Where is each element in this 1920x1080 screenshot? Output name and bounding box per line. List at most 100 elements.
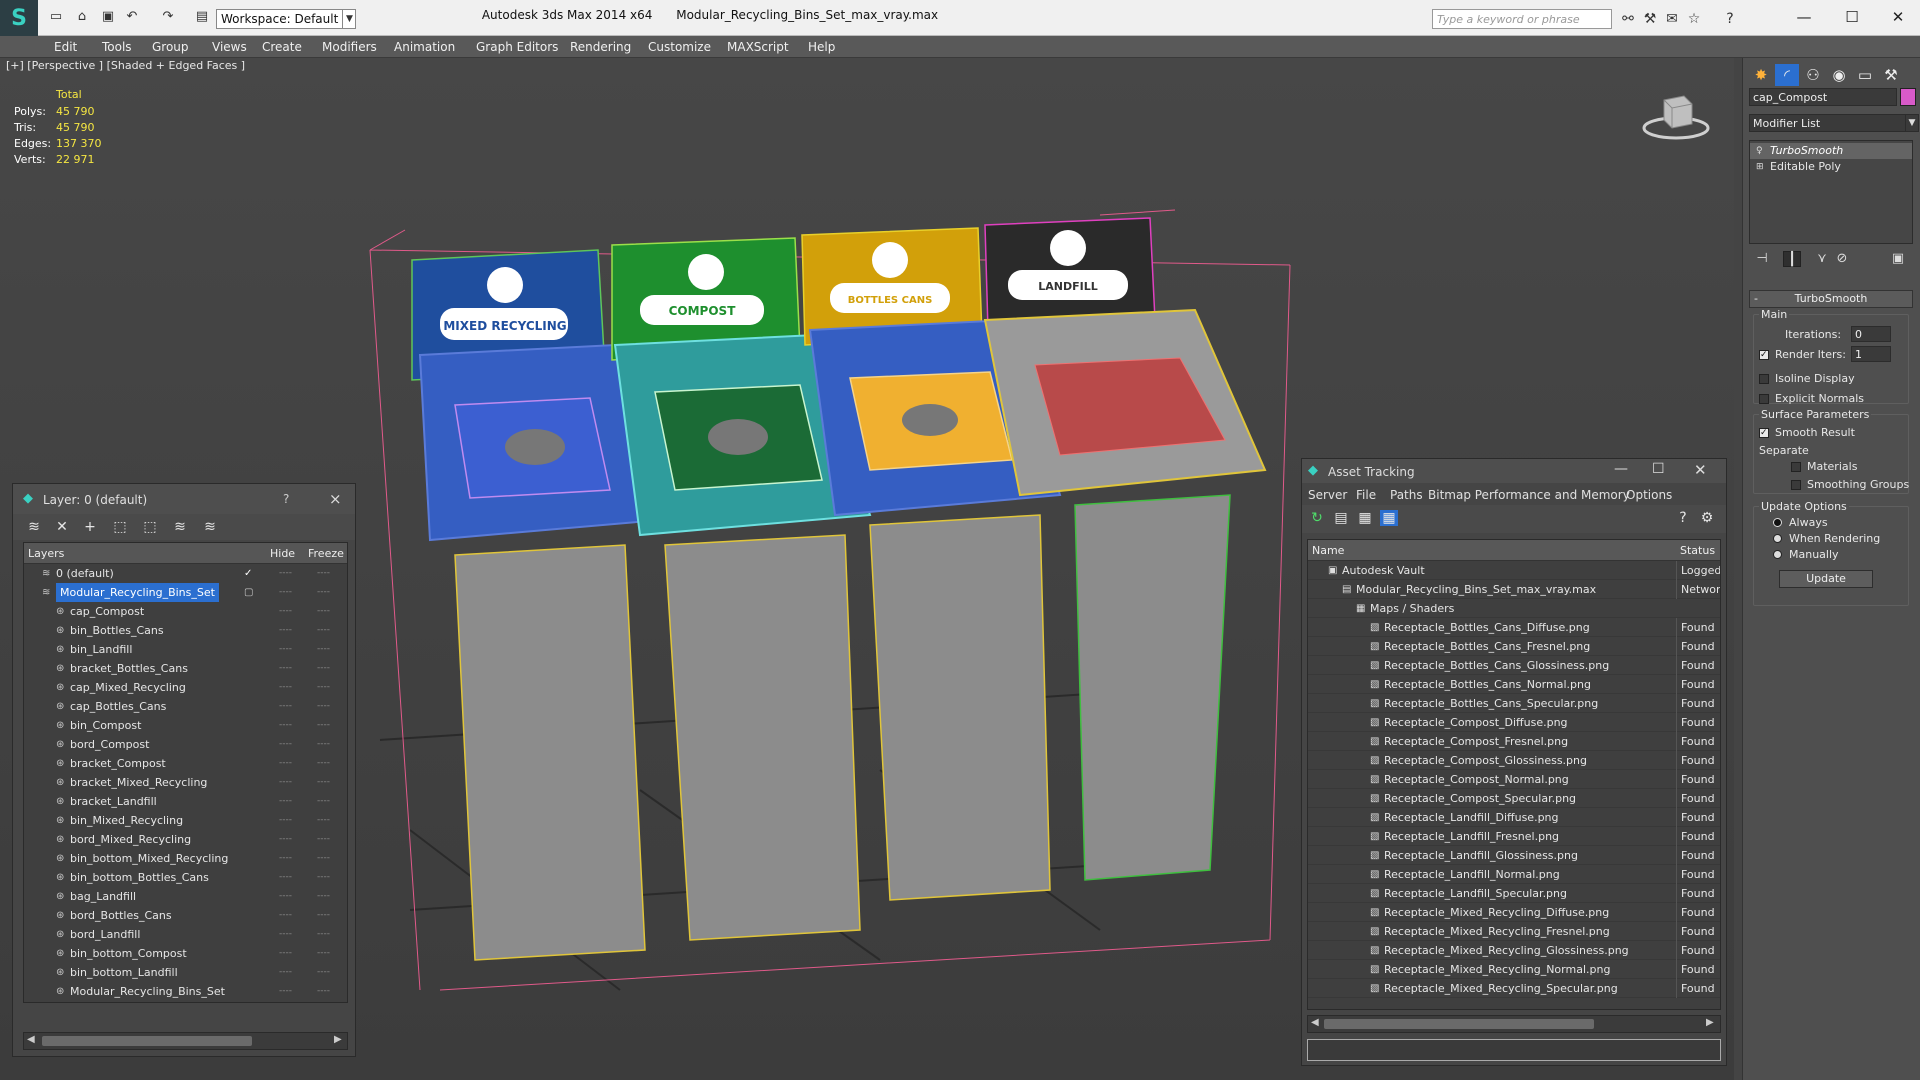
hide-toggle[interactable]: ---- [279, 640, 292, 659]
modifier-list-arrow-icon[interactable]: ▼ [1905, 114, 1919, 132]
materials-checkbox[interactable] [1791, 462, 1801, 472]
bulb-icon[interactable]: ♀ [1756, 143, 1763, 159]
asset-row[interactable]: ▧ Receptacle_Compost_Fresnel.png Found [1308, 732, 1720, 751]
asset-menu-paths[interactable]: Paths [1390, 488, 1423, 502]
freeze-toggle[interactable]: ---- [317, 887, 330, 906]
menu-maxscript[interactable]: MAXScript [727, 40, 789, 54]
modifier-list-dropdown[interactable]: Modifier List [1749, 114, 1907, 132]
freeze-toggle[interactable]: ---- [317, 716, 330, 735]
menu-rendering[interactable]: Rendering [570, 40, 631, 54]
set-current-layer-icon[interactable]: ≋ [171, 519, 189, 535]
hide-toggle[interactable]: ---- [279, 678, 292, 697]
layer-row[interactable]: ⊛ cap_Mixed_Recycling ---- ---- [24, 678, 347, 697]
menu-customize[interactable]: Customize [648, 40, 711, 54]
layer-close-button[interactable]: × [329, 490, 342, 508]
asset-row[interactable]: ▧ Receptacle_Compost_Specular.png Found [1308, 789, 1720, 808]
pin-stack-icon[interactable]: ⊣ [1753, 251, 1771, 267]
asset-row[interactable]: ▧ Receptacle_Mixed_Recycling_Specular.png… [1308, 979, 1720, 998]
list-view-icon[interactable]: ▤ [1332, 510, 1350, 526]
asset-row[interactable]: ▧ Receptacle_Bottles_Cans_Specular.png Fou… [1308, 694, 1720, 713]
layers-column-header[interactable]: Layers [28, 547, 64, 560]
object-name-field[interactable]: cap_Compost [1749, 88, 1897, 106]
menu-edit[interactable]: Edit [54, 40, 77, 54]
asset-menu-server[interactable]: Server [1308, 488, 1347, 502]
make-unique-icon[interactable]: ⋎ [1813, 251, 1831, 267]
hide-toggle[interactable]: ---- [279, 697, 292, 716]
hide-toggle[interactable]: ---- [279, 963, 292, 982]
layer-row[interactable]: ≋ Modular_Recycling_Bins_Set ---- ---- ▢ [24, 583, 347, 602]
layer-properties-icon[interactable]: ≋ [201, 519, 219, 535]
thumbnail-view-icon[interactable]: ▦ [1356, 510, 1374, 526]
layer-row[interactable]: ⊛ bin_bottom_Mixed_Recycling ---- ---- [24, 849, 347, 868]
smooth-result-checkbox[interactable]: ✓ [1759, 428, 1769, 438]
asset-row[interactable]: ▧ Receptacle_Landfill_Fresnel.png Found [1308, 827, 1720, 846]
search-input[interactable]: Type a keyword or phrase [1432, 9, 1612, 29]
menu-tools[interactable]: Tools [102, 40, 132, 54]
layer-row[interactable]: ⊛ bin_bottom_Landfill ---- ---- [24, 963, 347, 982]
hide-toggle[interactable]: ---- [279, 602, 292, 621]
layer-row[interactable]: ⊛ bin_bottom_Compost ---- ---- [24, 944, 347, 963]
layer-row[interactable]: ⊛ bord_Bottles_Cans ---- ---- [24, 906, 347, 925]
viewport-label[interactable]: [+] [Perspective ] [Shaded + Edged Faces… [6, 59, 245, 72]
highlight-selected-icon[interactable]: ⬚ [141, 519, 159, 535]
rollout-title[interactable]: - TurboSmooth [1749, 290, 1913, 308]
asset-panel-header[interactable]: ◆ Asset Tracking — ☐ ✕ [1302, 459, 1726, 483]
layer-row[interactable]: ⊛ bin_Compost ---- ---- [24, 716, 347, 735]
layer-row[interactable]: ⊛ bag_Landfill ---- ---- [24, 887, 347, 906]
hide-toggle[interactable]: ---- [279, 564, 292, 583]
layer-scroll-thumb[interactable] [42, 1036, 252, 1046]
layer-row[interactable]: ⊛ bord_Landfill ---- ---- [24, 925, 347, 944]
asset-path-field[interactable] [1307, 1039, 1721, 1061]
menu-graph-editors[interactable]: Graph Editors [476, 40, 558, 54]
asset-row[interactable]: ▧ Receptacle_Landfill_Specular.png Found [1308, 884, 1720, 903]
freeze-toggle[interactable]: ---- [317, 659, 330, 678]
asset-row[interactable]: ▧ Receptacle_Compost_Normal.png Found [1308, 770, 1720, 789]
subscription-icon[interactable]: ⚒ [1642, 11, 1658, 27]
viewcube-icon[interactable] [1640, 88, 1712, 144]
status-column-header[interactable]: Status [1680, 544, 1715, 557]
binoculars-icon[interactable]: ⚯ [1620, 11, 1636, 27]
freeze-toggle[interactable]: ---- [317, 982, 330, 1001]
layer-horizontal-scrollbar[interactable]: ◀ ▶ [23, 1032, 348, 1050]
render-iters-checkbox[interactable]: ✓ [1759, 350, 1769, 360]
render-iters-spinner[interactable]: 1 [1851, 346, 1891, 362]
layer-row[interactable]: ⊛ bin_bottom_Bottles_Cans ---- ---- [24, 868, 347, 887]
layer-row[interactable]: ⊛ bin_Bottles_Cans ---- ---- [24, 621, 347, 640]
stack-item-turbosmooth[interactable]: ♀ TurboSmooth [1750, 143, 1912, 159]
asset-scroll-left-icon[interactable]: ◀ [1311, 1017, 1319, 1028]
layer-row[interactable]: ⊛ cap_Bottles_Cans ---- ---- [24, 697, 347, 716]
when-rendering-radio[interactable] [1773, 534, 1782, 543]
update-button[interactable]: Update [1779, 570, 1873, 588]
explicit-normals-checkbox[interactable] [1759, 394, 1769, 404]
favorites-star-icon[interactable]: ☆ [1686, 11, 1702, 27]
asset-settings-icon[interactable]: ⚙ [1698, 510, 1716, 526]
asset-row[interactable]: ▧ Receptacle_Landfill_Diffuse.png Found [1308, 808, 1720, 827]
freeze-toggle[interactable]: ---- [317, 564, 330, 583]
close-button[interactable]: ✕ [1878, 6, 1918, 28]
hide-toggle[interactable]: ---- [279, 659, 292, 678]
asset-row[interactable]: ▤ Modular_Recycling_Bins_Set_max_vray.max… [1308, 580, 1720, 599]
menu-views[interactable]: Views [212, 40, 247, 54]
layer-row[interactable]: ⊛ Modular_Recycling_Bins_Set ---- ---- [24, 982, 347, 1001]
asset-row[interactable]: ▧ Receptacle_Bottles_Cans_Glossiness.png F… [1308, 656, 1720, 675]
freeze-toggle[interactable]: ---- [317, 944, 330, 963]
rollout-collapse-icon[interactable]: - [1754, 291, 1758, 307]
freeze-toggle[interactable]: ---- [317, 868, 330, 887]
help-icon[interactable]: ? [1722, 11, 1738, 27]
asset-row[interactable]: ▧ Receptacle_Mixed_Recycling_Diffuse.png F… [1308, 903, 1720, 922]
freeze-toggle[interactable]: ---- [317, 906, 330, 925]
asset-maximize-button[interactable]: ☐ [1652, 461, 1665, 477]
hide-toggle[interactable]: ---- [279, 754, 292, 773]
hide-toggle[interactable]: ---- [279, 773, 292, 792]
table-view-icon[interactable]: ▦ [1380, 510, 1398, 526]
create-tab-icon[interactable]: ✸ [1749, 64, 1773, 86]
freeze-toggle[interactable]: ---- [317, 773, 330, 792]
maximize-button[interactable]: ☐ [1832, 6, 1872, 28]
asset-row[interactable]: ▧ Receptacle_Mixed_Recycling_Normal.png Fo… [1308, 960, 1720, 979]
asset-close-button[interactable]: ✕ [1694, 461, 1707, 479]
freeze-toggle[interactable]: ---- [317, 963, 330, 982]
select-objects-icon[interactable]: ⬚ [111, 519, 129, 535]
modify-tab-icon[interactable]: ◜ [1775, 64, 1799, 86]
layer-row[interactable]: ⊛ bord_Mixed_Recycling ---- ---- [24, 830, 347, 849]
add-layer-icon[interactable]: + [81, 519, 99, 535]
